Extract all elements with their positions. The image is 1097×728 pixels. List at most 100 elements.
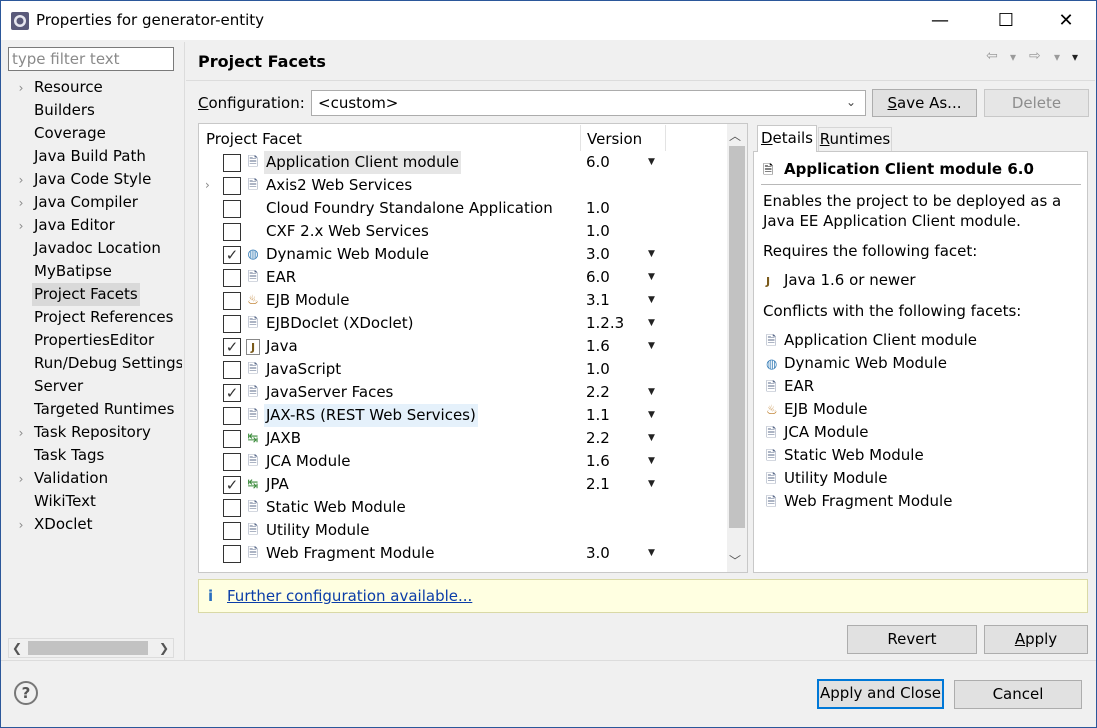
cancel-button[interactable]: Cancel <box>954 680 1082 709</box>
nav-item-project-references[interactable]: Project References <box>10 306 182 329</box>
back-arrow-icon[interactable]: ⇦ <box>986 48 998 64</box>
version-dropdown-icon[interactable]: ▼ <box>648 335 655 358</box>
facet-row[interactable]: Cloud Foundry Standalone Application 1.0 <box>199 197 726 220</box>
facet-version[interactable]: 1.6 <box>586 450 610 473</box>
version-dropdown-icon[interactable]: ▼ <box>648 404 655 427</box>
facet-row[interactable]: ✓ J Java 1.6 ▼ <box>199 335 726 358</box>
nav-item-resource[interactable]: › Resource <box>10 76 182 99</box>
filter-input[interactable] <box>8 47 174 71</box>
scrollbar-thumb[interactable] <box>28 641 148 655</box>
chevron-right-icon[interactable]: › <box>10 422 32 444</box>
nav-item-coverage[interactable]: Coverage <box>10 122 182 145</box>
facet-checkbox[interactable] <box>223 315 241 333</box>
facet-row[interactable]: ✓ 🗎 JavaServer Faces 2.2 ▼ <box>199 381 726 404</box>
column-header-facet[interactable]: Project Facet <box>206 130 302 148</box>
scroll-left-icon[interactable]: ❮ <box>9 640 25 656</box>
view-menu-icon[interactable]: ▾ <box>1072 50 1078 64</box>
facet-checkbox[interactable]: ✓ <box>223 246 241 264</box>
facet-checkbox[interactable] <box>223 269 241 287</box>
nav-item-project-facets[interactable]: Project Facets <box>10 283 182 306</box>
version-dropdown-icon[interactable]: ▼ <box>648 266 655 289</box>
version-dropdown-icon[interactable]: ▼ <box>648 151 655 174</box>
facet-checkbox[interactable] <box>223 200 241 218</box>
facet-row[interactable]: ✓ ↹ JPA 2.1 ▼ <box>199 473 726 496</box>
facet-row[interactable]: CXF 2.x Web Services 1.0 <box>199 220 726 243</box>
facet-checkbox[interactable] <box>223 430 241 448</box>
scroll-down-icon[interactable]: ﹀ <box>729 552 741 569</box>
chevron-right-icon[interactable]: › <box>10 192 32 214</box>
nav-item-java-build-path[interactable]: Java Build Path <box>10 145 182 168</box>
facet-row[interactable]: 🗎 Web Fragment Module 3.0 ▼ <box>199 542 726 565</box>
forward-menu-icon[interactable]: ▾ <box>1054 50 1060 64</box>
facet-version[interactable]: 2.2 <box>586 427 610 450</box>
forward-arrow-icon[interactable]: ⇨ <box>1029 48 1041 64</box>
facet-version[interactable]: 2.2 <box>586 381 610 404</box>
nav-item-java-code-style[interactable]: › Java Code Style <box>10 168 182 191</box>
facet-checkbox[interactable] <box>223 223 241 241</box>
nav-item-run-debug-settings[interactable]: Run/Debug Settings <box>10 352 182 375</box>
facet-version[interactable]: 3.0 <box>586 243 610 266</box>
scrollbar-thumb[interactable] <box>729 146 745 528</box>
facet-version[interactable]: 6.0 <box>586 151 610 174</box>
facet-checkbox[interactable] <box>223 361 241 379</box>
facet-row[interactable]: 🗎 EAR 6.0 ▼ <box>199 266 726 289</box>
facet-version[interactable]: 2.1 <box>586 473 610 496</box>
help-icon[interactable]: ? <box>14 681 38 705</box>
nav-item-task-repository[interactable]: › Task Repository <box>10 421 182 444</box>
facet-version[interactable]: 1.6 <box>586 335 610 358</box>
chevron-down-icon[interactable]: ⌄ <box>846 95 856 109</box>
tab-runtimes[interactable]: Runtimes <box>818 127 892 151</box>
facet-version[interactable]: 3.0 <box>586 542 610 565</box>
version-dropdown-icon[interactable]: ▼ <box>648 542 655 565</box>
facet-row[interactable]: 🗎 Utility Module <box>199 519 726 542</box>
facet-row[interactable]: ✓ ◍ Dynamic Web Module 3.0 ▼ <box>199 243 726 266</box>
nav-item-java-editor[interactable]: › Java Editor <box>10 214 182 237</box>
chevron-right-icon[interactable]: › <box>10 215 32 237</box>
facet-version[interactable]: 1.2.3 <box>586 312 624 335</box>
further-configuration-link[interactable]: Further configuration available... <box>227 587 472 605</box>
revert-button[interactable]: Revert <box>847 625 977 654</box>
scroll-up-icon[interactable]: ︿ <box>729 127 741 144</box>
configuration-select[interactable]: <custom> <box>311 90 866 116</box>
nav-item-builders[interactable]: Builders <box>10 99 182 122</box>
chevron-right-icon[interactable]: › <box>205 174 210 197</box>
maximize-button[interactable]: ☐ <box>983 0 1029 40</box>
facet-row[interactable]: 🗎 JCA Module 1.6 ▼ <box>199 450 726 473</box>
facet-checkbox[interactable]: ✓ <box>223 338 241 356</box>
facet-checkbox[interactable] <box>223 154 241 172</box>
facet-checkbox[interactable] <box>223 453 241 471</box>
nav-item-wikitext[interactable]: WikiText <box>10 490 182 513</box>
version-dropdown-icon[interactable]: ▼ <box>648 289 655 312</box>
facet-checkbox[interactable] <box>223 545 241 563</box>
version-dropdown-icon[interactable]: ▼ <box>648 473 655 496</box>
version-dropdown-icon[interactable]: ▼ <box>648 450 655 473</box>
close-button[interactable]: ✕ <box>1043 0 1089 40</box>
version-dropdown-icon[interactable]: ▼ <box>648 312 655 335</box>
facet-row[interactable]: 🗎 JAX-RS (REST Web Services) 1.1 ▼ <box>199 404 726 427</box>
version-dropdown-icon[interactable]: ▼ <box>648 243 655 266</box>
apply-button[interactable]: Apply <box>984 625 1088 654</box>
facet-version[interactable]: 3.1 <box>586 289 610 312</box>
apply-and-close-button[interactable]: Apply and Close <box>817 679 944 709</box>
facet-row[interactable]: ♨ EJB Module 3.1 ▼ <box>199 289 726 312</box>
minimize-button[interactable]: — <box>917 0 963 40</box>
chevron-right-icon[interactable]: › <box>10 77 32 99</box>
scroll-right-icon[interactable]: ❯ <box>156 640 172 656</box>
facet-checkbox[interactable]: ✓ <box>223 476 241 494</box>
facet-row[interactable]: 🗎 Application Client module 6.0 ▼ <box>199 151 726 174</box>
facet-row[interactable]: 🗎 Static Web Module <box>199 496 726 519</box>
facet-checkbox[interactable] <box>223 522 241 540</box>
facet-checkbox[interactable] <box>223 499 241 517</box>
version-dropdown-icon[interactable]: ▼ <box>648 427 655 450</box>
chevron-right-icon[interactable]: › <box>10 169 32 191</box>
nav-item-validation[interactable]: › Validation <box>10 467 182 490</box>
facet-row[interactable]: ↹ JAXB 2.2 ▼ <box>199 427 726 450</box>
save-as-button[interactable]: Save As... <box>872 89 977 117</box>
facet-version[interactable]: 1.1 <box>586 404 610 427</box>
nav-item-javadoc-location[interactable]: Javadoc Location <box>10 237 182 260</box>
nav-item-propertieseditor[interactable]: PropertiesEditor <box>10 329 182 352</box>
facet-checkbox[interactable] <box>223 177 241 195</box>
back-menu-icon[interactable]: ▾ <box>1010 50 1016 64</box>
nav-item-xdoclet[interactable]: › XDoclet <box>10 513 182 536</box>
column-header-version[interactable]: Version <box>587 130 642 148</box>
